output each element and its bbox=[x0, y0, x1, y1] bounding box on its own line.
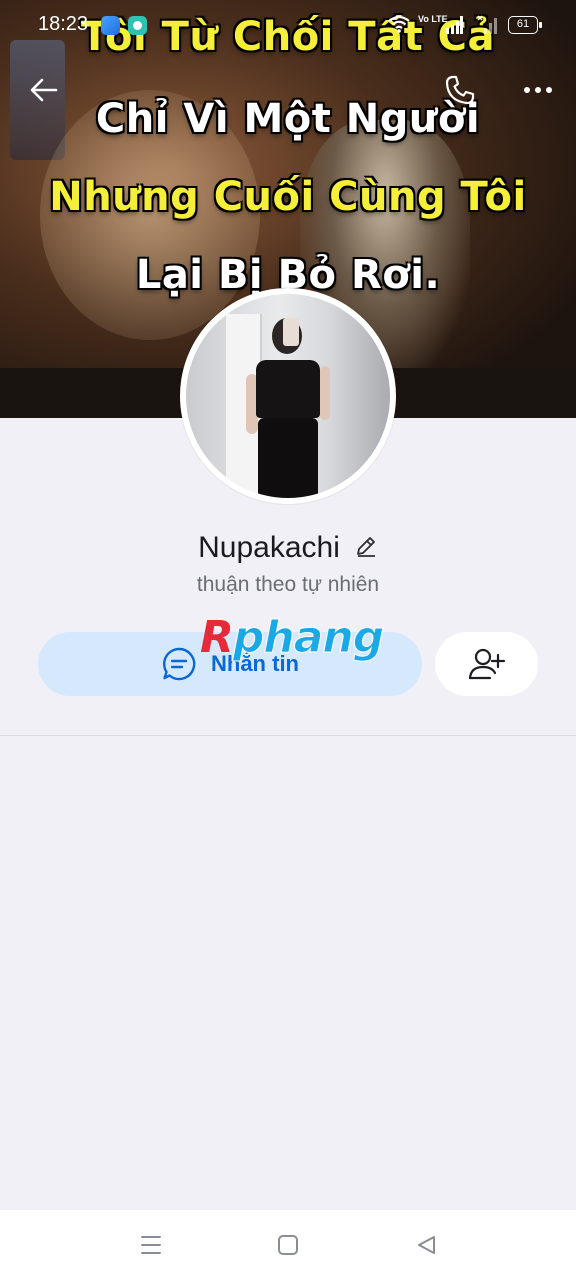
avatar-person-skirt bbox=[258, 418, 318, 498]
avatar-person-arm bbox=[320, 366, 330, 420]
cover-text-line-2: Chỉ Vì Một Người bbox=[95, 96, 481, 142]
call-button[interactable] bbox=[440, 70, 480, 110]
profile-bio: thuận theo tự nhiên bbox=[196, 573, 380, 596]
weather-app-icon bbox=[101, 16, 120, 35]
home-button[interactable] bbox=[273, 1230, 303, 1260]
back-nav-button[interactable] bbox=[411, 1230, 441, 1260]
more-options-button[interactable] bbox=[518, 70, 558, 110]
battery-indicator: 61 bbox=[508, 16, 542, 34]
signal-strength-icon bbox=[446, 16, 463, 34]
watermark-letter: R bbox=[200, 612, 234, 663]
back-button[interactable] bbox=[24, 70, 64, 110]
signal-strength-secondary-icon bbox=[477, 15, 497, 34]
avatar-person-phone bbox=[283, 318, 299, 346]
watermark-text: phang bbox=[232, 612, 384, 664]
system-navigation-bar bbox=[0, 1210, 576, 1280]
status-time: 18:23 bbox=[38, 13, 89, 35]
wifi-icon bbox=[388, 15, 410, 33]
avatar-photo bbox=[186, 294, 390, 498]
pencil-icon bbox=[356, 536, 375, 557]
edit-name-button[interactable] bbox=[354, 534, 378, 563]
profile-name: Nupakachi bbox=[198, 531, 340, 564]
profile-avatar[interactable] bbox=[180, 288, 396, 504]
messenger-app-icon bbox=[128, 16, 147, 35]
arrow-left-icon bbox=[30, 78, 58, 102]
add-friend-icon bbox=[468, 648, 505, 680]
phone-icon bbox=[445, 75, 475, 105]
status-bar: 18:23 Vo LTE 61 bbox=[0, 0, 576, 50]
watermark-logo: Rphang bbox=[200, 612, 385, 664]
triangle-back-icon bbox=[418, 1236, 435, 1254]
more-dots-icon bbox=[524, 87, 552, 93]
recent-apps-button[interactable] bbox=[136, 1230, 166, 1260]
home-square-icon bbox=[278, 1235, 298, 1255]
avatar-person-top bbox=[256, 360, 320, 418]
menu-lines-icon bbox=[141, 1236, 161, 1254]
cover-text-line-3: Nhưng Cuối Cùng Tôi bbox=[49, 174, 527, 220]
section-divider bbox=[0, 735, 576, 736]
add-friend-button[interactable] bbox=[435, 632, 538, 696]
profile-name-row: Nupakachi bbox=[0, 526, 576, 570]
chat-icon bbox=[163, 647, 196, 681]
